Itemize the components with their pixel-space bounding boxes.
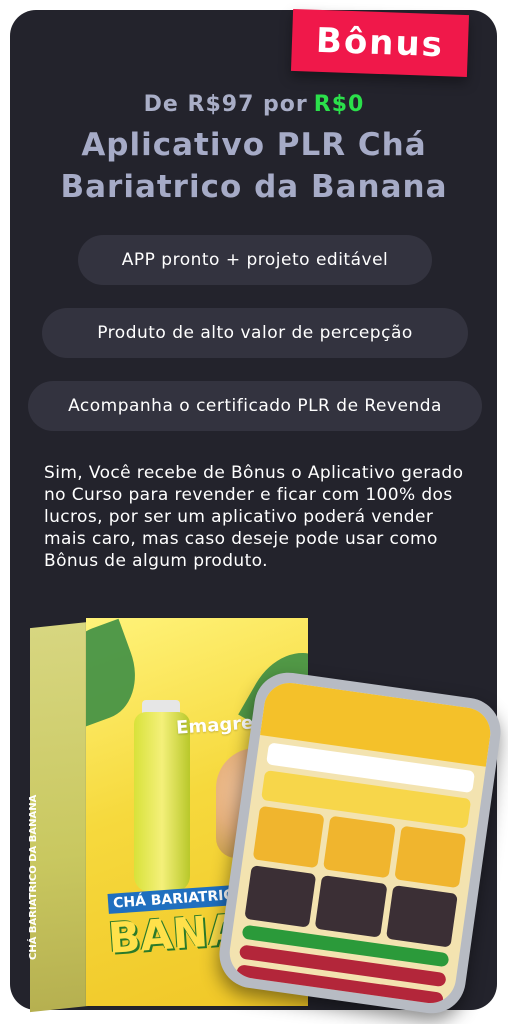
title-line-1: Aplicativo PLR Chá: [81, 127, 427, 163]
feature-pill-2: Produto de alto valor de percepção: [42, 308, 468, 358]
price-line: De R$97 por R$0: [0, 92, 508, 117]
bonus-badge: Bônus: [290, 8, 470, 78]
page-title: Aplicativo PLR Chá Bariatrico da Banana: [0, 124, 508, 208]
box-side-label: CHÁ BARIATRICO DA BANANA: [28, 795, 84, 1000]
feature-pill-3: Acompanha o certificado PLR de Revenda: [28, 381, 482, 431]
box-side-label-text: CHÁ BARIATRICO DA BANANA: [28, 795, 39, 960]
bonus-description: Sim, Você recebe de Bônus o Aplicativo g…: [44, 463, 464, 571]
leaf-icon: [86, 618, 150, 728]
feature-pill-1: APP pronto + projeto editável: [78, 235, 432, 285]
bottle-image: [134, 712, 190, 892]
bonus-badge-label: Bônus: [315, 20, 445, 66]
title-line-2: Bariatrico da Banana: [60, 169, 448, 205]
price-old: De R$97 por: [143, 92, 308, 117]
price-free: R$0: [313, 92, 365, 117]
phone-screen: [226, 679, 494, 1007]
phone-mockup: [215, 668, 505, 1018]
